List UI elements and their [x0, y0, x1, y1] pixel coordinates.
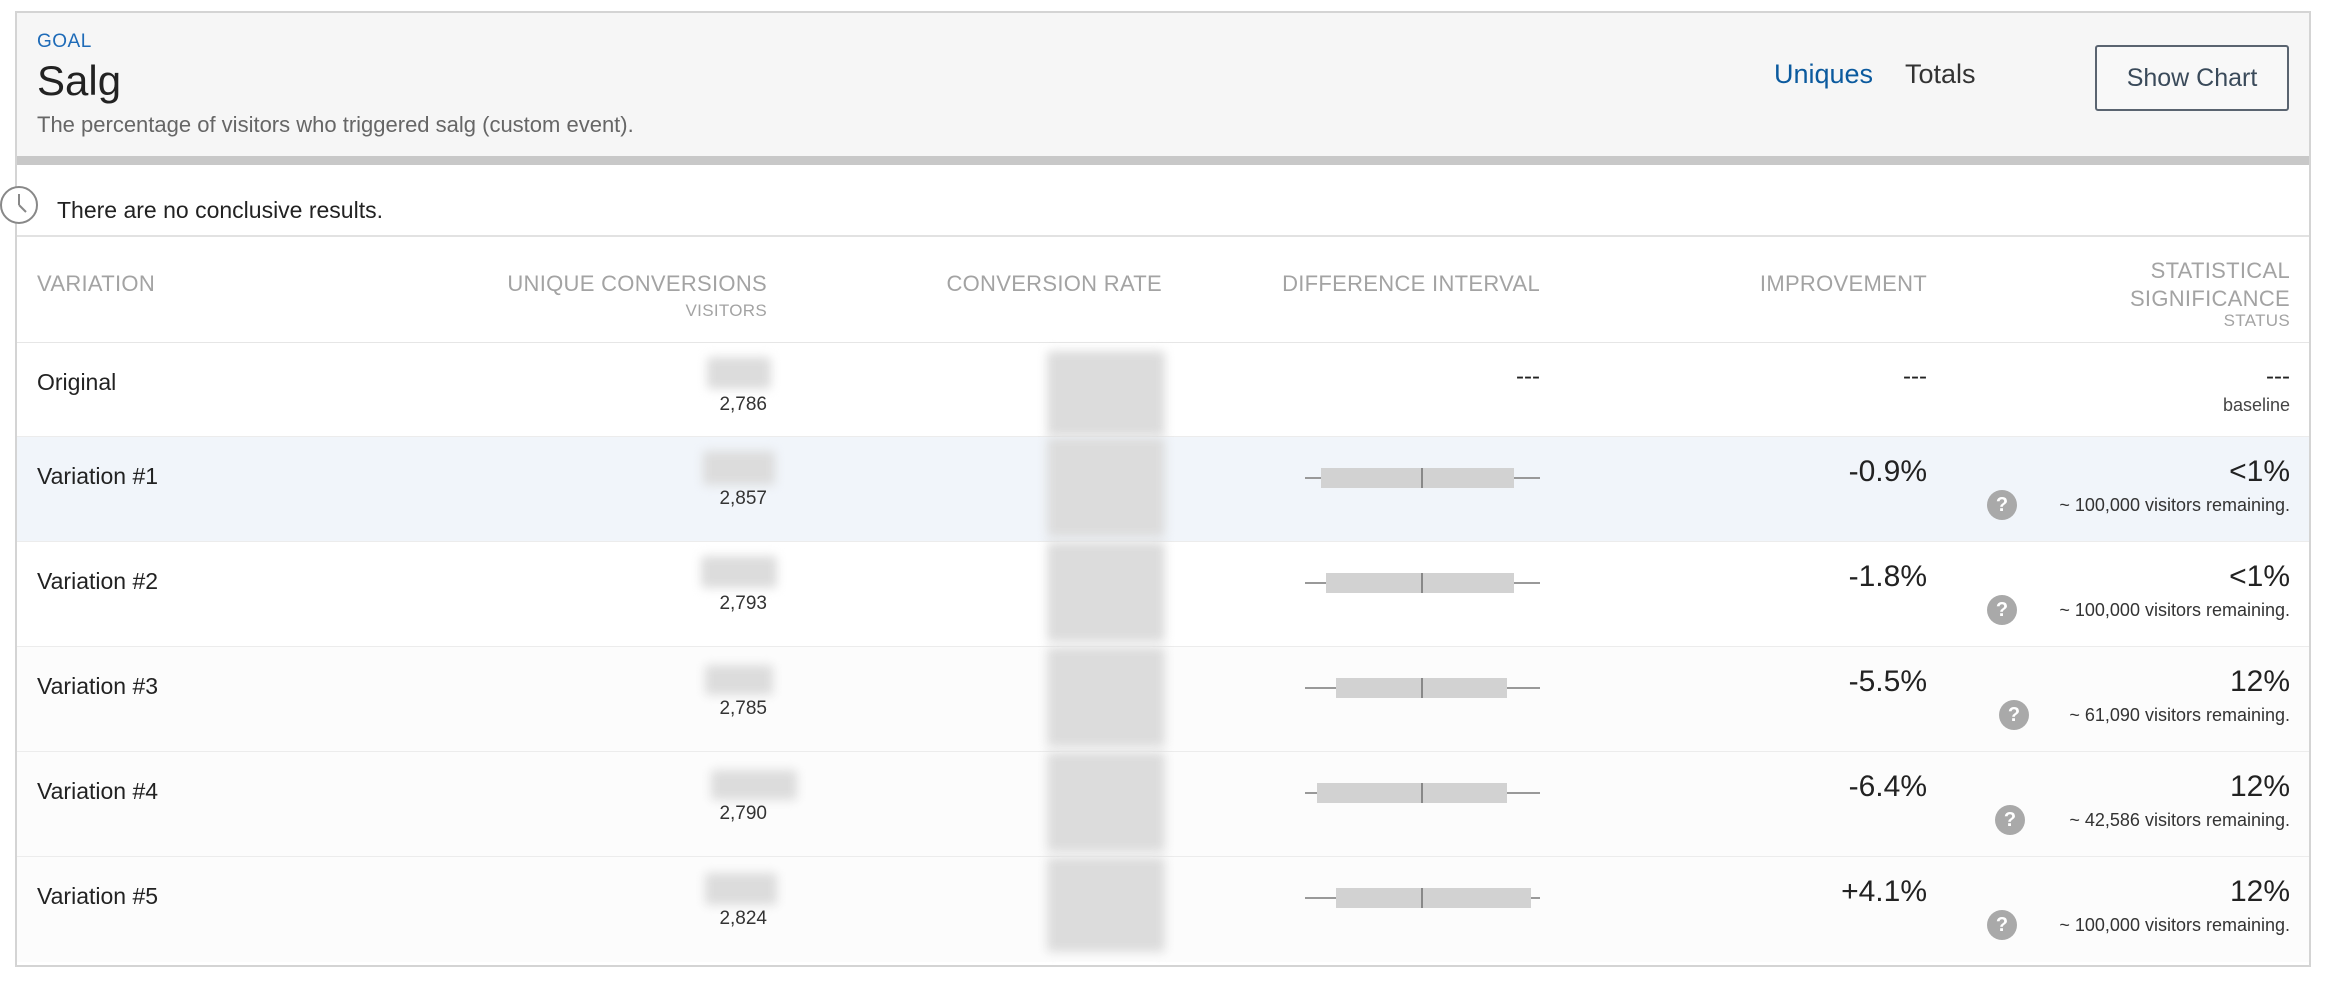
table-row-original: Original 2,786 --- --- --- baseline: [17, 343, 2309, 437]
interval-midpoint: [1421, 468, 1423, 488]
significance-value: 12%: [2229, 770, 2290, 803]
interval-midpoint: [1421, 573, 1423, 593]
col-difference-interval: DIFFERENCE INTERVAL: [1282, 271, 1540, 296]
table-row-variation-1: Variation #1 2,857 -0.9% <1% ? ~ 100,000…: [17, 437, 2309, 542]
visitors-count: 2,785: [719, 698, 767, 719]
notice-text: There are no conclusive results.: [57, 197, 383, 223]
blurred-conversion-rate: [1047, 437, 1165, 537]
table-row-variation-4: Variation #4 2,790 -6.4% 12% ? ~ 42,586 …: [17, 752, 2309, 857]
row-name: Variation #4: [37, 778, 159, 804]
interval-midpoint: [1421, 678, 1423, 698]
blurred-conversion-rate: [1047, 752, 1165, 852]
row-name: Original: [37, 369, 117, 395]
row-name: Variation #5: [37, 883, 159, 909]
visitors-remaining: ~ 42,586 visitors remaining.: [2069, 810, 2290, 830]
interval-empty: ---: [1516, 363, 1540, 390]
significance-value: 12%: [2229, 665, 2290, 698]
visitors-count: 2,786: [719, 394, 767, 415]
difference-interval: [1305, 783, 1540, 803]
visitors-remaining: ~ 100,000 visitors remaining.: [2059, 600, 2290, 620]
table-row-variation-3: Variation #3 2,785 -5.5% 12% ? ~ 61,090 …: [17, 647, 2309, 752]
visitors-count: 2,790: [719, 803, 767, 824]
goal-label: GOAL: [37, 31, 92, 52]
goal-description: The percentage of visitors who triggered…: [37, 112, 634, 137]
goal-panel: GOAL Salg The percentage of visitors who…: [0, 11, 2311, 967]
table-row-variation-5: Variation #5 2,824 +4.1% 12% ? ~ 100,000…: [17, 857, 2309, 962]
significance-value: 12%: [2229, 875, 2290, 908]
improvement-value: -6.4%: [1848, 770, 1927, 803]
improvement-empty: ---: [1903, 363, 1927, 390]
difference-interval: [1305, 468, 1540, 488]
show-chart-button[interactable]: Show Chart: [2095, 45, 2289, 111]
visitors-remaining: ~ 100,000 visitors remaining.: [2059, 915, 2290, 935]
help-icon[interactable]: ?: [1999, 700, 2029, 730]
tab-totals[interactable]: Totals: [1905, 59, 1976, 90]
interval-midpoint: [1421, 888, 1423, 908]
improvement-value: -5.5%: [1848, 665, 1927, 698]
notice-bar: There are no conclusive results.: [0, 165, 2309, 237]
row-name: Variation #1: [37, 463, 159, 489]
significance-value: <1%: [2229, 455, 2290, 488]
col-improvement: IMPROVEMENT: [1759, 271, 1927, 296]
clock-icon: [0, 186, 38, 224]
blurred-conversions: [705, 873, 777, 905]
difference-interval: [1305, 888, 1540, 908]
interval-midpoint: [1421, 783, 1423, 803]
improvement-value: -1.8%: [1848, 560, 1927, 593]
baseline-label: baseline: [2222, 395, 2290, 415]
tab-uniques[interactable]: Uniques: [1774, 59, 1873, 90]
help-icon[interactable]: ?: [1987, 910, 2017, 940]
blurred-conversions: [701, 556, 777, 588]
help-icon[interactable]: ?: [1987, 595, 2017, 625]
col-variation: VARIATION: [37, 271, 156, 296]
col-unique-conversions: UNIQUE CONVERSIONS: [507, 271, 767, 296]
visitors-remaining: ~ 100,000 visitors remaining.: [2059, 495, 2290, 515]
blurred-conversion-rate: [1047, 647, 1165, 747]
col-visitors: VISITORS: [685, 301, 767, 320]
table-row-variation-2: Variation #2 2,793 -1.8% <1% ? ~ 100,000…: [17, 542, 2309, 647]
improvement-value: +4.1%: [1841, 875, 1927, 908]
col-significance: SIGNIFICANCE: [2129, 286, 2290, 311]
significance-empty: ---: [2266, 363, 2290, 390]
blurred-conversions: [703, 451, 775, 485]
goal-header: GOAL Salg The percentage of visitors who…: [17, 13, 2309, 156]
visitors-count: 2,793: [719, 593, 767, 614]
visitors-count: 2,824: [719, 908, 767, 929]
visitors-remaining: ~ 61,090 visitors remaining.: [2069, 705, 2290, 725]
col-conversion-rate: CONVERSION RATE: [946, 271, 1162, 296]
goal-title: Salg: [37, 57, 122, 104]
interval-bar: [1335, 888, 1531, 908]
interval-bar: [1321, 468, 1515, 488]
col-status: STATUS: [2223, 311, 2290, 330]
interval-bar: [1316, 783, 1508, 803]
blurred-conversions: [711, 770, 797, 800]
blurred-conversion-rate: [1047, 857, 1165, 952]
row-name: Variation #3: [37, 673, 159, 699]
help-icon[interactable]: ?: [1987, 490, 2017, 520]
header-divider: [17, 156, 2309, 165]
visitors-count: 2,857: [719, 488, 767, 509]
blurred-conversion-rate: [1047, 542, 1165, 642]
improvement-value: -0.9%: [1848, 455, 1927, 488]
significance-value: <1%: [2229, 560, 2290, 593]
difference-interval: [1305, 678, 1540, 698]
blurred-conversion-rate: [1047, 351, 1165, 436]
blurred-conversions: [707, 357, 771, 389]
blurred-conversions: [705, 665, 773, 695]
difference-interval: [1305, 573, 1540, 593]
col-statistical: STATISTICAL: [2150, 258, 2290, 283]
help-icon[interactable]: ?: [1995, 805, 2025, 835]
row-name: Variation #2: [37, 568, 159, 594]
